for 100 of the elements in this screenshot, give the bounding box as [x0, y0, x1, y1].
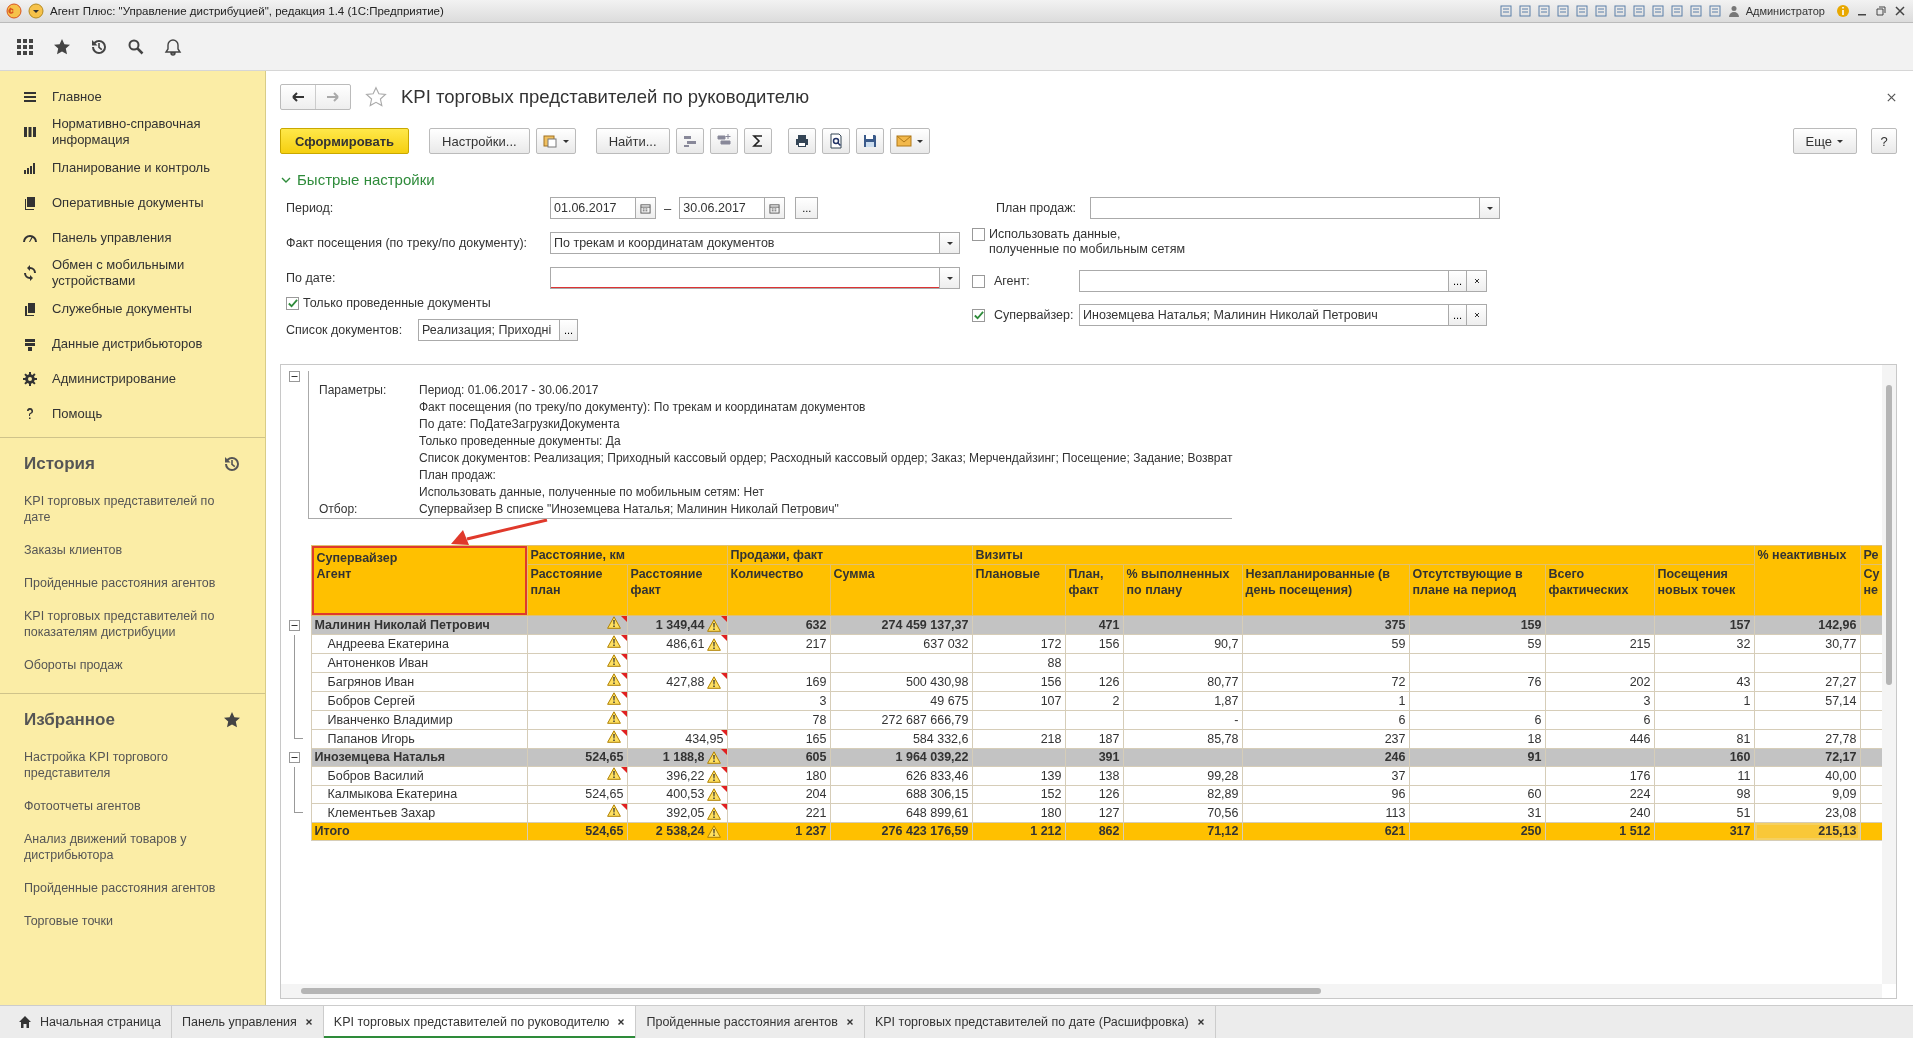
toolbar-icon[interactable] [1688, 4, 1703, 18]
generate-button[interactable]: Сформировать [280, 128, 410, 154]
search-icon[interactable] [127, 37, 145, 56]
date-field[interactable]: 30.06.2017 [679, 197, 766, 219]
warning-icon [606, 730, 621, 743]
collapse-icon[interactable] [289, 371, 300, 382]
collapse-icon[interactable] [289, 752, 300, 763]
vertical-scrollbar[interactable] [1882, 365, 1896, 984]
variant-button[interactable] [535, 128, 576, 154]
restore-icon[interactable] [1874, 4, 1888, 18]
calendar-button[interactable] [636, 197, 656, 219]
dropdown-button[interactable] [940, 267, 960, 289]
tab[interactable]: Начальная страница [8, 1006, 172, 1038]
sum-button[interactable] [743, 128, 772, 154]
history-link[interactable]: KPI торговых представителей по дате [24, 493, 241, 525]
clear-button[interactable] [1467, 304, 1488, 326]
navigation-buttons[interactable] [280, 84, 351, 110]
star-icon[interactable] [223, 711, 241, 729]
date-field[interactable]: 01.06.2017 [550, 197, 636, 219]
toolbar-icon[interactable] [1612, 4, 1627, 18]
dropdown-field[interactable]: По трекам и координатам документов [550, 232, 940, 254]
close-icon[interactable] [304, 1018, 313, 1026]
history-icon[interactable] [223, 455, 241, 473]
collapse-icon[interactable] [289, 619, 300, 631]
bell-icon[interactable] [164, 37, 182, 56]
find-button[interactable]: Найти... [595, 128, 670, 154]
favorite-link[interactable]: Торговые точки [24, 913, 241, 929]
star-outline-icon[interactable] [365, 86, 387, 108]
apps-grid-icon[interactable] [16, 37, 34, 56]
clear-button[interactable] [1467, 270, 1488, 292]
save-button[interactable] [855, 128, 884, 154]
info-icon[interactable] [1836, 4, 1850, 18]
quick-settings-toggle[interactable]: Быстрые настройки [280, 171, 1897, 188]
collapse-groups-button[interactable] [675, 128, 704, 154]
horizontal-scrollbar[interactable] [281, 984, 1882, 998]
sidebar-item[interactable]: Служебные документы [52, 300, 192, 317]
toolbar-icon[interactable] [1536, 4, 1551, 18]
checkbox[interactable] [972, 228, 985, 241]
email-button[interactable] [889, 128, 930, 154]
documents-field[interactable]: Реализация; Приходні [418, 319, 560, 341]
favorite-link[interactable]: Пройденные расстояния агентов [24, 880, 241, 896]
tab[interactable]: Пройденные расстояния агентов [636, 1006, 865, 1038]
dropdown-button[interactable] [1480, 197, 1500, 219]
settings-button[interactable]: Настройки... [429, 128, 530, 154]
field-label: Список документов: [286, 323, 404, 337]
supervisor-field[interactable]: Иноземцева Наталья; Малинин Николай Петрович [1079, 304, 1449, 326]
toolbar-icon[interactable] [1555, 4, 1570, 18]
history-icon[interactable] [90, 37, 108, 56]
history-link[interactable]: Обороты продаж [24, 657, 241, 673]
history-link[interactable]: KPI торговых представителей по показателям дистрибуции [24, 608, 241, 640]
close-icon[interactable] [617, 1018, 626, 1026]
close-icon[interactable] [1196, 1018, 1205, 1026]
sidebar-item[interactable]: Администрирование [52, 370, 176, 387]
dropdown-icon[interactable] [28, 3, 44, 19]
select-button[interactable]: ... [1449, 270, 1468, 292]
sidebar-item[interactable]: Главное [52, 88, 102, 105]
toolbar-icon[interactable] [1707, 4, 1722, 18]
history-link[interactable]: Пройденные расстояния агентов [24, 575, 241, 591]
sidebar-item[interactable]: Обмен с мобильными устройствами [52, 257, 255, 289]
checkbox[interactable] [972, 274, 985, 288]
favorite-link[interactable]: Фотоотчеты агентов [24, 798, 241, 814]
agent-field[interactable] [1079, 270, 1449, 292]
sidebar-item[interactable]: Помощь [52, 405, 103, 422]
user-name[interactable]: Администратор [1745, 5, 1825, 17]
close-icon[interactable] [1886, 91, 1897, 103]
preview-button[interactable] [821, 128, 850, 154]
sidebar-item[interactable]: Панель управления [52, 229, 172, 246]
tab[interactable]: KPI торговых представителей по руководителю [323, 1006, 637, 1038]
dropdown-button[interactable] [940, 232, 960, 254]
sidebar-item[interactable]: Оперативные документы [52, 194, 204, 211]
expand-groups-button[interactable] [709, 128, 738, 154]
toolbar-icon[interactable] [1593, 4, 1608, 18]
dropdown-field[interactable] [550, 267, 940, 289]
star-icon[interactable] [53, 37, 71, 56]
close-icon[interactable] [1893, 4, 1907, 18]
checkbox[interactable] [972, 308, 985, 322]
toolbar-icon[interactable] [1669, 4, 1684, 18]
toolbar-icon[interactable] [1498, 4, 1513, 18]
close-icon[interactable] [845, 1018, 854, 1026]
toolbar-icon[interactable] [1631, 4, 1646, 18]
checkbox[interactable] [286, 296, 299, 310]
sidebar-item[interactable]: Нормативно-справочная информация [52, 116, 255, 148]
favorite-link[interactable]: Настройка KPI торгового представителя [24, 749, 241, 781]
dropdown-field[interactable] [1090, 197, 1480, 219]
calendar-button[interactable] [765, 197, 786, 219]
more-button[interactable]: Еще [1792, 128, 1857, 154]
favorite-link[interactable]: Анализ движений товаров у дистрибьютора [24, 831, 241, 863]
sidebar-item[interactable]: Планирование и контроль [52, 159, 210, 176]
tab[interactable]: Панель управления [171, 1006, 324, 1038]
tab[interactable]: KPI торговых представителей по дате (Расшифровка) [864, 1006, 1216, 1038]
toolbar-icon[interactable] [1517, 4, 1532, 18]
print-button[interactable] [787, 128, 816, 154]
select-button[interactable]: ... [560, 319, 579, 341]
help-button[interactable]: ? [1871, 128, 1897, 154]
toolbar-icon[interactable] [1650, 4, 1665, 18]
toolbar-icon[interactable] [1574, 4, 1589, 18]
period-select-button[interactable]: ... [795, 197, 819, 219]
history-link[interactable]: Заказы клиентов [24, 542, 241, 558]
sidebar-item[interactable]: Данные дистрибьюторов [52, 335, 203, 352]
select-button[interactable]: ... [1449, 304, 1468, 326]
